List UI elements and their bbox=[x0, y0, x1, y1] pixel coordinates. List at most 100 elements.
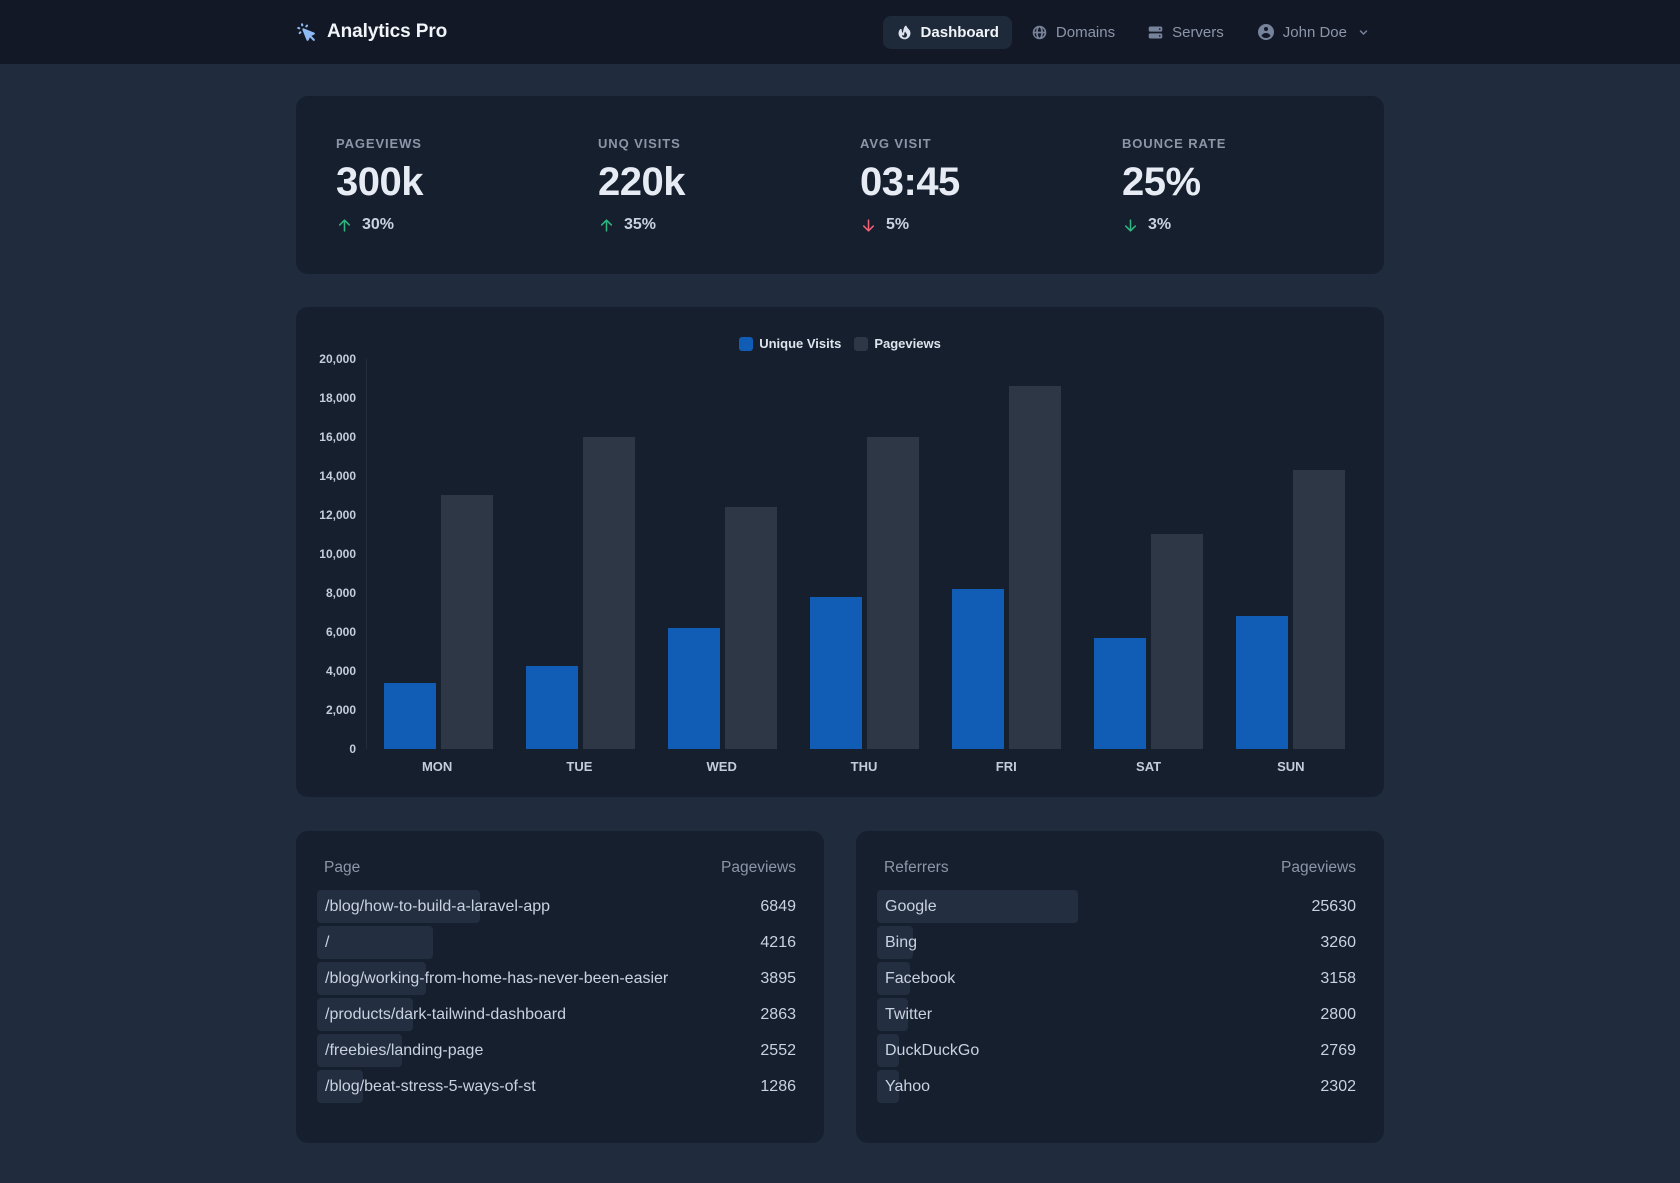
table-row[interactable]: Yahoo 2302 bbox=[877, 1069, 1356, 1105]
bar-unique-visits-sat[interactable] bbox=[1094, 638, 1147, 749]
bar-group-sat bbox=[1078, 359, 1220, 749]
stat-change: 5% bbox=[860, 216, 1122, 234]
table-row[interactable]: /blog/how-to-build-a-laravel-app 6849 bbox=[317, 889, 796, 925]
arrow-down-icon bbox=[862, 218, 875, 232]
bar-unique-visits-fri[interactable] bbox=[952, 589, 1005, 749]
table-row[interactable]: / 4216 bbox=[317, 925, 796, 961]
row-value: 3158 bbox=[1320, 970, 1356, 987]
bar-unique-visits-mon[interactable] bbox=[383, 683, 436, 749]
stat-label: PAGEVIEWS bbox=[336, 136, 422, 151]
row-value: 3260 bbox=[1320, 934, 1356, 951]
top-pages-table: Page Pageviews/blog/how-to-build-a-larave… bbox=[296, 831, 824, 1143]
bar-unique-visits-tue[interactable] bbox=[525, 666, 578, 749]
arrow-down-icon bbox=[1124, 218, 1137, 232]
stats-card: PAGEVIEWS 300k 30% UNQ VISITS 220k 35% AVG VIS… bbox=[296, 96, 1384, 274]
bar-group-thu bbox=[793, 359, 935, 749]
table-row[interactable]: Bing 3260 bbox=[877, 925, 1356, 961]
nav-item-dashboard[interactable]: Dashboard bbox=[882, 15, 1012, 49]
row-label: Bing bbox=[885, 934, 918, 951]
row-label: Yahoo bbox=[885, 1078, 931, 1095]
nav-item-domains[interactable]: Domains bbox=[1018, 16, 1128, 49]
table-row[interactable]: /freebies/landing-page 2552 bbox=[317, 1033, 796, 1069]
y-axis-tick: 16,000 bbox=[319, 430, 356, 444]
main-content: PAGEVIEWS 300k 30% UNQ VISITS 220k 35% AVG VIS… bbox=[264, 96, 1416, 1183]
nav-item-label: Domains bbox=[1055, 23, 1116, 41]
stat-change-value: 5% bbox=[886, 216, 910, 233]
table-row[interactable]: Google 25630 bbox=[877, 889, 1357, 925]
table-key-header: Page bbox=[324, 859, 361, 876]
y-axis-tick: 10,000 bbox=[319, 547, 356, 561]
nav-item-label: Dashboard bbox=[920, 23, 999, 41]
tables-section: Page Pageviews/blog/how-to-build-a-larave… bbox=[296, 831, 1384, 1183]
bar-pageviews-mon[interactable] bbox=[440, 495, 493, 749]
arrow-up-icon bbox=[338, 218, 351, 232]
bar-group-wed bbox=[651, 359, 793, 749]
x-axis-label: TUE bbox=[566, 759, 593, 774]
legend-swatch bbox=[854, 336, 869, 351]
row-label: Facebook bbox=[885, 970, 956, 987]
x-axis-label: SUN bbox=[1277, 759, 1305, 774]
stat-label: UNQ VISITS bbox=[598, 136, 681, 151]
stat-change-value: 35% bbox=[624, 216, 657, 233]
stat-change: 30% bbox=[336, 216, 598, 234]
row-value: 25630 bbox=[1311, 898, 1357, 915]
y-axis-tick: 12,000 bbox=[319, 508, 356, 522]
legend-item-pageviews[interactable]: Pageviews bbox=[854, 336, 941, 351]
legend-label: Unique Visits bbox=[759, 336, 842, 351]
legend-item-unique-visits[interactable]: Unique Visits bbox=[739, 336, 841, 351]
bar-pageviews-fri[interactable] bbox=[1009, 386, 1062, 749]
brand-name: Analytics Pro bbox=[327, 21, 448, 42]
stat-label: BOUNCE RATE bbox=[1122, 136, 1227, 151]
stat-unq-visits: UNQ VISITS 220k 35% bbox=[598, 136, 860, 234]
bar-pageviews-sun[interactable] bbox=[1293, 470, 1346, 749]
table-rows: /blog/how-to-build-a-laravel-app 6849 / 421… bbox=[317, 889, 796, 1105]
table-key-header: Referrers bbox=[884, 859, 949, 876]
bar-pageviews-tue[interactable] bbox=[582, 437, 635, 749]
stat-avg-visit: AVG VISIT 03:45 5% bbox=[860, 136, 1122, 234]
user-menu[interactable]: John Doe bbox=[1243, 14, 1384, 50]
table-value-header: Pageviews bbox=[1281, 859, 1356, 876]
bar-pageviews-wed[interactable] bbox=[724, 507, 777, 749]
table-row[interactable]: DuckDuckGo 2769 bbox=[877, 1033, 1356, 1069]
table-value-header: Pageviews bbox=[721, 859, 796, 876]
stat-pageviews: PAGEVIEWS 300k 30% bbox=[336, 136, 598, 234]
row-label: / bbox=[325, 934, 330, 951]
nav-item-servers[interactable]: Servers bbox=[1134, 16, 1237, 49]
row-value: 4216 bbox=[760, 934, 796, 951]
y-axis-tick: 4,000 bbox=[325, 664, 356, 678]
stat-label: AVG VISIT bbox=[860, 136, 932, 151]
bar-unique-visits-sun[interactable] bbox=[1236, 616, 1289, 749]
table-row[interactable]: /blog/beat-stress-5-ways-of-st 1286 bbox=[317, 1069, 796, 1105]
table-header: Referrers Pageviews bbox=[884, 859, 1356, 877]
table-row[interactable]: Twitter 2800 bbox=[877, 997, 1356, 1033]
row-label: /freebies/landing-page bbox=[325, 1042, 484, 1059]
bar-pageviews-sat[interactable] bbox=[1151, 534, 1204, 749]
table-row[interactable]: /blog/working-from-home-has-never-been-e… bbox=[317, 961, 796, 997]
row-label: /products/dark-tailwind-dashboard bbox=[325, 1006, 567, 1023]
nav-item-label: Servers bbox=[1172, 23, 1224, 41]
row-value: 2769 bbox=[1320, 1042, 1356, 1059]
bar-pageviews-thu[interactable] bbox=[866, 437, 919, 749]
stat-bounce-rate: BOUNCE RATE 25% 3% bbox=[1122, 136, 1384, 234]
cursor-click-icon bbox=[297, 22, 315, 41]
table-row[interactable]: Facebook 3158 bbox=[877, 961, 1356, 997]
stat-value: 03:45 bbox=[860, 160, 960, 204]
row-label: /blog/how-to-build-a-laravel-app bbox=[325, 898, 551, 915]
user-circle-icon bbox=[1257, 24, 1274, 40]
fire-icon bbox=[898, 25, 910, 39]
stat-value: 220k bbox=[598, 160, 685, 204]
brand[interactable]: Analytics Pro bbox=[296, 21, 447, 43]
bar-group-mon bbox=[367, 359, 509, 749]
table-row[interactable]: /products/dark-tailwind-dashboard 2863 bbox=[317, 997, 796, 1033]
x-axis-label: WED bbox=[706, 759, 737, 774]
bar-unique-visits-wed[interactable] bbox=[667, 628, 720, 749]
chart-legend: Unique Visits Pageviews bbox=[296, 336, 1384, 351]
table-rows: Google 25630 Bing 3260 Facebook 3158 Twitter 28… bbox=[877, 889, 1357, 1105]
bar-unique-visits-thu[interactable] bbox=[809, 597, 862, 749]
stat-change: 3% bbox=[1122, 216, 1384, 234]
y-axis-tick: 0 bbox=[349, 742, 356, 756]
globe-icon bbox=[1032, 25, 1047, 39]
user-name: John Doe bbox=[1282, 23, 1347, 41]
y-axis-tick: 20,000 bbox=[319, 352, 356, 366]
y-axis-tick: 14,000 bbox=[319, 469, 356, 483]
